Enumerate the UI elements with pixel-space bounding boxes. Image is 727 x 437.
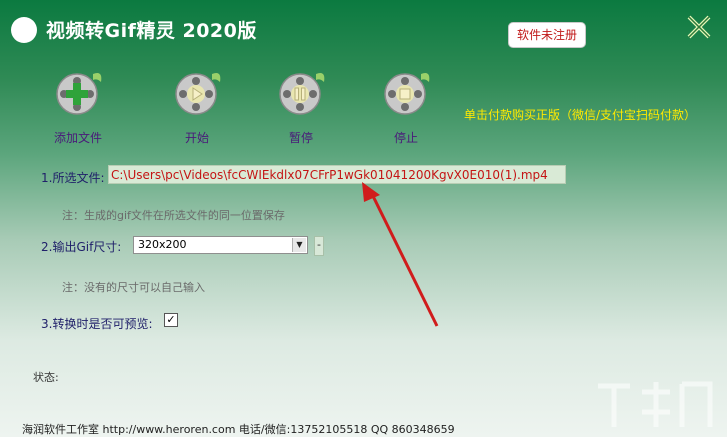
main-window: 视频转Gif精灵 2020版 软件未注册 添加文件 开始 暂停 停止 单击付款购…: [0, 0, 727, 437]
annotation-arrow: [362, 182, 439, 327]
